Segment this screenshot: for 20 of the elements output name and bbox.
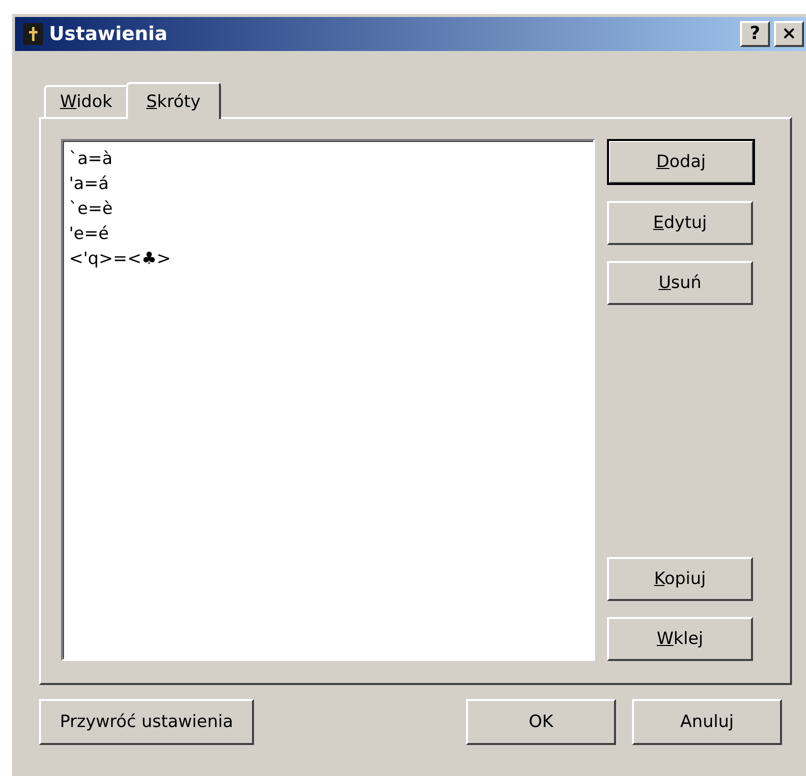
action-button[interactable]: Edytuj — [607, 201, 753, 245]
list-item[interactable]: `a=à — [69, 147, 587, 172]
dialog-button[interactable]: OK — [466, 699, 616, 745]
list-item[interactable]: 'a=á — [69, 172, 587, 197]
action-button[interactable]: Kopiuj — [607, 557, 753, 601]
list-item[interactable]: `e=è — [69, 197, 587, 222]
list-item[interactable]: 'e=é — [69, 222, 587, 247]
list-item[interactable]: <'q>=<♣> — [69, 247, 587, 272]
action-button[interactable]: Dodaj — [608, 140, 754, 184]
action-button[interactable]: Wklej — [607, 617, 753, 661]
window-title: Ustawienia — [49, 23, 168, 45]
cross-icon — [23, 23, 43, 45]
action-button[interactable]: Usuń — [607, 261, 753, 305]
tab[interactable]: Widok — [44, 85, 128, 117]
restore-button[interactable]: Przywróć ustawienia — [39, 699, 254, 745]
help-button[interactable]: ? — [740, 21, 770, 47]
close-button[interactable]: × — [774, 21, 804, 47]
shortcut-list[interactable]: `a=à 'a=á `e=è 'e=é <'q>=<♣> — [61, 139, 595, 661]
dialog-button[interactable]: Anuluj — [632, 699, 782, 745]
tab[interactable]: Skróty — [126, 82, 221, 119]
